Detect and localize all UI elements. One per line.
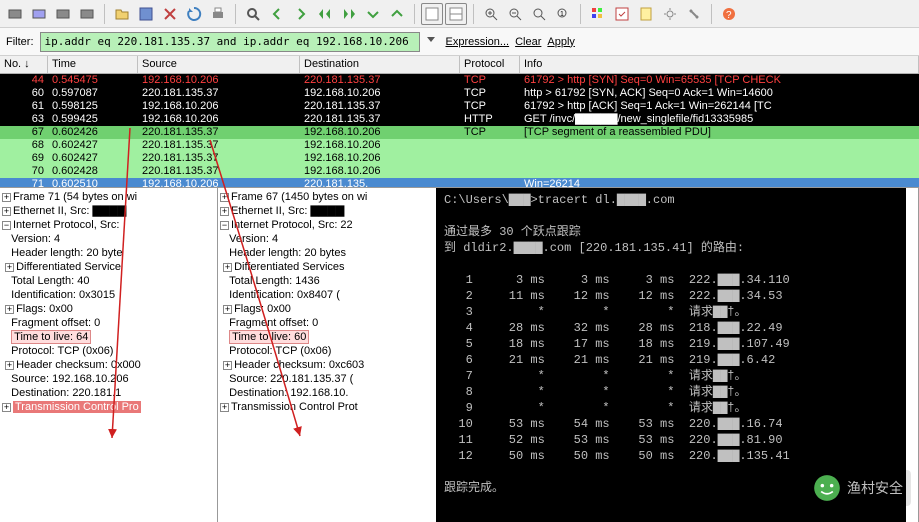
tree-line[interactable]: Identification: 0x3015 bbox=[2, 288, 215, 302]
svg-text:?: ? bbox=[726, 10, 732, 21]
separator bbox=[235, 4, 236, 24]
details-area: +Frame 71 (54 bytes on wi +Ethernet II, … bbox=[0, 188, 919, 522]
watermark: 渔村安全 bbox=[805, 470, 911, 506]
col-time-header[interactable]: Time bbox=[48, 56, 138, 73]
tree-line[interactable]: +Ethernet II, Src: ▇▇▇▇ bbox=[2, 204, 215, 218]
view-1-icon[interactable] bbox=[421, 3, 443, 25]
packet-row[interactable]: 680.602427220.181.135.37192.168.10.206 bbox=[0, 139, 919, 152]
separator bbox=[580, 4, 581, 24]
col-dst-header[interactable]: Destination bbox=[300, 56, 460, 73]
go-up-icon[interactable] bbox=[386, 3, 408, 25]
capture-opts-icon[interactable] bbox=[611, 3, 633, 25]
tree-line[interactable]: Source: 192.168.10.206 bbox=[2, 372, 215, 386]
separator bbox=[473, 4, 474, 24]
filter-bar: Filter: Expression... Clear Apply bbox=[0, 28, 919, 56]
jump-back-icon[interactable] bbox=[314, 3, 336, 25]
separator bbox=[414, 4, 415, 24]
go-down-icon[interactable] bbox=[362, 3, 384, 25]
col-proto-header[interactable]: Protocol bbox=[460, 56, 520, 73]
settings-icon[interactable] bbox=[659, 3, 681, 25]
toolbar-btn-4[interactable] bbox=[76, 3, 98, 25]
note-icon[interactable] bbox=[635, 3, 657, 25]
tree-line[interactable]: +Flags: 0x00 bbox=[2, 302, 215, 316]
filter-label: Filter: bbox=[6, 36, 34, 48]
packet-row[interactable]: 670.602426220.181.135.37192.168.10.206TC… bbox=[0, 126, 919, 139]
packet-list: No. ↓ Time Source Destination Protocol I… bbox=[0, 56, 919, 188]
find-icon[interactable] bbox=[242, 3, 264, 25]
tree-line[interactable]: Destination: 220.181.1 bbox=[2, 386, 215, 400]
expression-link[interactable]: Expression... bbox=[446, 36, 510, 48]
packet-row[interactable]: 440.545475192.168.10.206220.181.135.37TC… bbox=[0, 74, 919, 87]
packet-row[interactable]: 690.602427220.181.135.37192.168.10.206 bbox=[0, 152, 919, 165]
filter-dropdown-icon[interactable] bbox=[426, 35, 440, 49]
tree-line[interactable]: +Header checksum: 0x000 bbox=[2, 358, 215, 372]
close-icon[interactable] bbox=[159, 3, 181, 25]
prefs-icon[interactable] bbox=[683, 3, 705, 25]
packet-row[interactable]: 710.602510192.168.10.206220.181.135. Win… bbox=[0, 178, 919, 188]
save-icon[interactable] bbox=[135, 3, 157, 25]
packet-row[interactable]: 630.599425192.168.10.206220.181.135.37HT… bbox=[0, 113, 919, 126]
packet-row[interactable]: 610.598125192.168.10.206220.181.135.37TC… bbox=[0, 100, 919, 113]
packet-row[interactable]: 700.602428220.181.135.37192.168.10.206 bbox=[0, 165, 919, 178]
toolbar-btn-3[interactable] bbox=[52, 3, 74, 25]
apply-link[interactable]: Apply bbox=[547, 36, 575, 48]
toolbar: 1 ? bbox=[0, 0, 919, 28]
zoom-out-icon[interactable] bbox=[504, 3, 526, 25]
packet-rows: 440.545475192.168.10.206220.181.135.37TC… bbox=[0, 74, 919, 188]
svg-text:1: 1 bbox=[560, 11, 564, 18]
help-icon[interactable]: ? bbox=[718, 3, 740, 25]
tree-line[interactable]: +Differentiated Service bbox=[2, 260, 215, 274]
col-info-header[interactable]: Info bbox=[520, 56, 919, 73]
tcp-line[interactable]: +Transmission Control Pro bbox=[2, 400, 215, 414]
filter-input[interactable] bbox=[40, 32, 420, 52]
tree-line[interactable]: Fragment offset: 0 bbox=[2, 316, 215, 330]
print-icon[interactable] bbox=[207, 3, 229, 25]
frame-71-pane: +Frame 71 (54 bytes on wi +Ethernet II, … bbox=[0, 188, 218, 522]
reload-icon[interactable] bbox=[183, 3, 205, 25]
col-no-header[interactable]: No. ↓ bbox=[0, 56, 48, 73]
col-src-header[interactable]: Source bbox=[138, 56, 300, 73]
colorize-icon[interactable] bbox=[587, 3, 609, 25]
clear-link[interactable]: Clear bbox=[515, 36, 541, 48]
zoom-reset-icon[interactable]: 1 bbox=[552, 3, 574, 25]
packet-row[interactable]: 600.597087220.181.135.37192.168.10.206TC… bbox=[0, 87, 919, 100]
packet-list-header: No. ↓ Time Source Destination Protocol I… bbox=[0, 56, 919, 74]
separator bbox=[104, 4, 105, 24]
open-icon[interactable] bbox=[111, 3, 133, 25]
forward-icon[interactable] bbox=[290, 3, 312, 25]
tree-line[interactable]: Total Length: 40 bbox=[2, 274, 215, 288]
tree-line[interactable]: +Frame 71 (54 bytes on wi bbox=[2, 190, 215, 204]
toolbar-btn-2[interactable] bbox=[28, 3, 50, 25]
zoom-in-icon[interactable] bbox=[480, 3, 502, 25]
jump-forward-icon[interactable] bbox=[338, 3, 360, 25]
ttl-64-line[interactable]: Time to live: 64 bbox=[2, 330, 215, 344]
zoom-fit-icon[interactable] bbox=[528, 3, 550, 25]
back-icon[interactable] bbox=[266, 3, 288, 25]
tree-line[interactable]: −Internet Protocol, Src: bbox=[2, 218, 215, 232]
separator bbox=[711, 4, 712, 24]
tree-line[interactable]: Header length: 20 byte bbox=[2, 246, 215, 260]
tree-line[interactable]: Protocol: TCP (0x06) bbox=[2, 344, 215, 358]
toolbar-btn-1[interactable] bbox=[4, 3, 26, 25]
tree-line[interactable]: Version: 4 bbox=[2, 232, 215, 246]
view-2-icon[interactable] bbox=[445, 3, 467, 25]
